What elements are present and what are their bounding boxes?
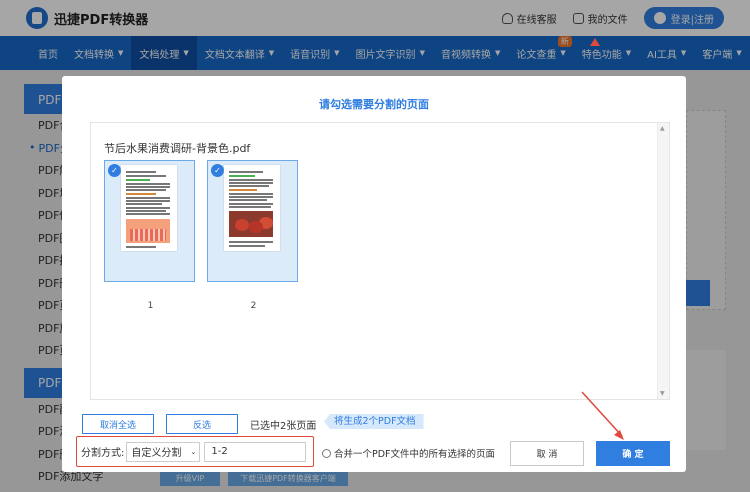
annotation-arrows	[581, 38, 624, 440]
arrow-line	[581, 391, 623, 437]
ai-tool-marker	[590, 38, 600, 46]
arrow-head	[614, 430, 624, 440]
